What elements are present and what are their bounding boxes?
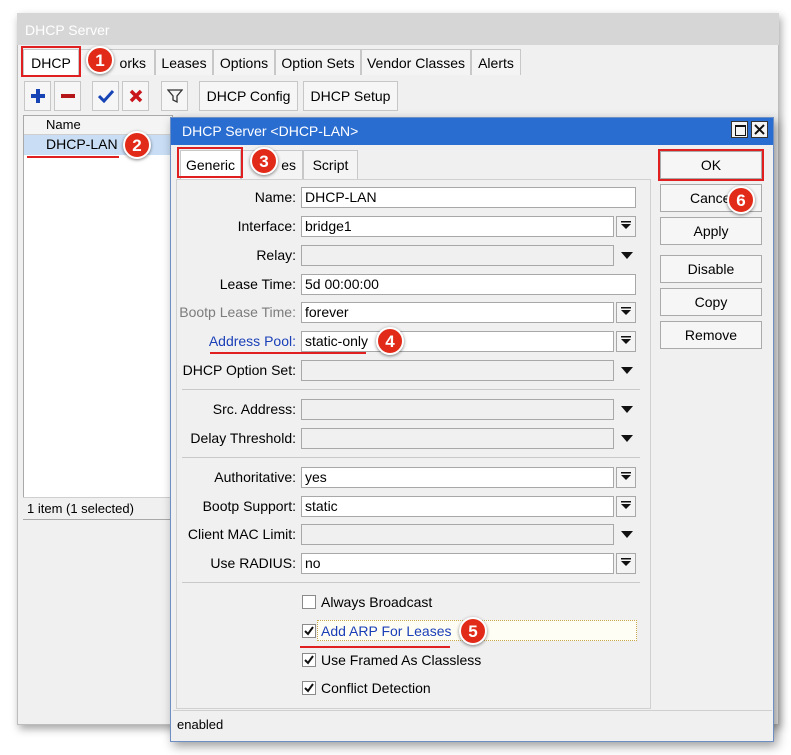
framed-classless-label: Use Framed As Classless [321,652,482,668]
divider [182,582,640,583]
use-radius-field[interactable]: no [301,553,614,574]
src-address-label: Src. Address: [212,401,296,417]
underline-marker [210,352,366,354]
disable-button[interactable]: Disable [660,255,762,283]
dhcp-config-button[interactable]: DHCP Config [199,81,298,111]
bootp-lease-time-field[interactable]: forever [301,302,614,323]
address-pool-label[interactable]: Address Pool: [86,333,296,349]
step-badge: 6 [727,186,755,214]
lease-time-label: Lease Time: [219,276,296,292]
column-name[interactable]: Name [46,117,81,132]
bootp-support-label: Bootp Support: [202,498,296,514]
list-item-label: DHCP-LAN [46,136,118,152]
framed-classless-checkbox[interactable] [302,653,316,667]
interface-dropdown-icon[interactable] [616,216,636,237]
tab-option-sets[interactable]: Option Sets [275,49,361,75]
dhcp-option-set-field[interactable] [301,360,614,381]
lease-time-field[interactable]: 5d 00:00:00 [301,274,636,295]
add-arp-label: Add ARP For Leases [321,623,452,639]
underline-marker [300,646,450,648]
dialog-status: enabled [173,710,772,738]
authoritative-label: Authoritative: [214,469,296,485]
delay-threshold-label: Delay Threshold: [190,430,296,446]
authoritative-field[interactable]: yes [301,467,614,488]
tab-alerts[interactable]: Alerts [471,49,521,75]
bootp-lease-time-dropdown-icon[interactable] [616,302,636,323]
conflict-detection-checkbox[interactable] [302,681,316,695]
disable-icon[interactable] [122,81,149,111]
add-arp-checkbox[interactable] [302,624,316,638]
delay-threshold-dropdown-icon[interactable] [621,435,633,442]
close-icon[interactable] [751,121,768,138]
tab-script[interactable]: Script [303,150,358,179]
tab-leases[interactable]: Leases [155,49,213,75]
name-label: Name: [254,189,296,205]
dhcp-setup-button[interactable]: DHCP Setup [303,81,398,111]
window-title: DHCP Server [17,13,779,45]
tab-options[interactable]: Options [213,49,275,75]
step-badge: 4 [376,327,404,355]
bootp-lease-time-label: Bootp Lease Time: [179,304,296,320]
copy-button[interactable]: Copy [660,288,762,316]
name-field[interactable]: DHCP-LAN [301,187,636,208]
src-address-dropdown-icon[interactable] [621,406,633,413]
conflict-detection-label: Conflict Detection [321,680,431,696]
step-badge: 2 [123,131,151,159]
divider [182,389,640,390]
highlight-box [177,147,243,178]
bootp-support-field[interactable]: static [301,496,614,517]
underline-marker [27,156,119,158]
authoritative-dropdown-icon[interactable] [616,467,636,488]
dialog-title: DHCP Server <DHCP-LAN> [171,118,773,145]
step-badge: 3 [250,147,278,175]
apply-button[interactable]: Apply [660,217,762,245]
divider [182,457,640,458]
add-icon[interactable] [24,81,51,111]
relay-field[interactable] [301,245,614,266]
maximize-icon[interactable] [731,121,748,138]
dhcp-option-set-dropdown-icon[interactable] [621,367,633,374]
use-radius-label: Use RADIUS: [210,555,296,571]
enable-icon[interactable] [92,81,119,111]
relay-label: Relay: [256,247,296,263]
address-pool-dropdown-icon[interactable] [616,331,636,352]
tab-vendor-classes[interactable]: Vendor Classes [361,49,471,75]
client-mac-limit-label: Client MAC Limit: [187,526,296,542]
bootp-support-dropdown-icon[interactable] [616,496,636,517]
filter-icon[interactable] [161,81,188,111]
delay-threshold-field[interactable] [301,428,614,449]
remove-button[interactable]: Remove [660,321,762,349]
interface-label: Interface: [237,218,296,234]
src-address-field[interactable] [301,399,614,420]
interface-field[interactable]: bridge1 [301,216,614,237]
dhcp-option-set-label: DHCP Option Set: [182,362,296,378]
highlight-box [658,149,764,181]
use-radius-dropdown-icon[interactable] [616,553,636,574]
always-broadcast-label: Always Broadcast [321,594,433,610]
step-badge: 5 [459,617,487,645]
highlight-box [21,46,81,77]
address-pool-field[interactable]: static-only [301,331,614,352]
client-mac-limit-dropdown-icon[interactable] [621,531,633,538]
step-badge: 1 [86,46,114,74]
always-broadcast-checkbox[interactable] [302,595,316,609]
client-mac-limit-field[interactable] [301,524,614,545]
relay-dropdown-icon[interactable] [621,252,633,259]
remove-icon[interactable] [54,81,81,111]
